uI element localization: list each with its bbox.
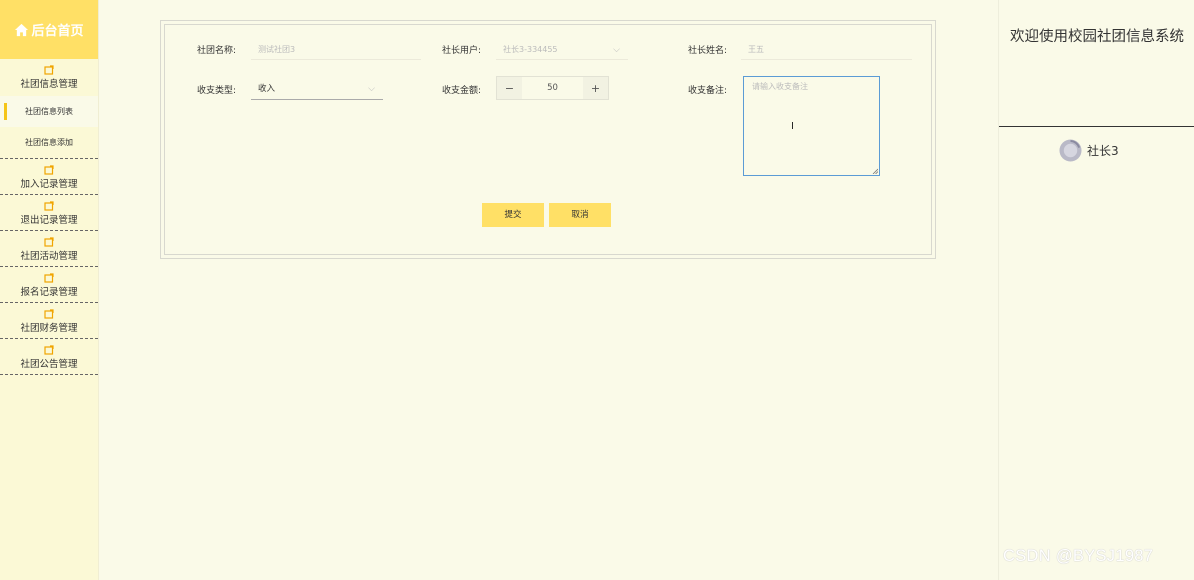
menu-label: 退出记录管理 — [20, 215, 78, 226]
amount-value[interactable]: 50 — [522, 77, 583, 99]
sidebar: 后台首页 社团信息管理 社团信息列表 社团信息添加 加入记录管理 退出记录管理 … — [0, 0, 99, 580]
club-name-field: 测试社团3 — [251, 40, 421, 60]
sidebar-title: 后台首页 — [31, 24, 84, 39]
remark-label: 收支备注: — [687, 86, 727, 96]
menu-club-info[interactable]: 社团信息管理 — [0, 59, 98, 96]
menu-club-notices[interactable]: 社团公告管理 — [0, 339, 98, 375]
decrement-button[interactable]: − — [497, 77, 522, 99]
remark-placeholder: 请输入收支备注 — [752, 82, 808, 91]
resize-grip-icon[interactable] — [872, 168, 878, 174]
menu-label: 社团信息管理 — [20, 79, 78, 90]
menu-label: 社团活动管理 — [20, 251, 78, 262]
menu-label: 社团财务管理 — [20, 323, 78, 334]
remark-textarea[interactable]: 请输入收支备注 — [743, 76, 880, 176]
folder-icon — [44, 273, 54, 283]
menu-join-records[interactable]: 加入记录管理 — [0, 159, 98, 195]
president-user-select: 社长3-334455 ⌵ — [496, 40, 628, 60]
home-icon — [15, 23, 29, 36]
folder-icon — [44, 237, 54, 247]
menu-label: 社团公告管理 — [20, 359, 78, 370]
president-name-label: 社长姓名: — [687, 46, 727, 56]
chevron-down-icon: ⌵ — [613, 45, 620, 55]
submenu-item-club-add[interactable]: 社团信息添加 — [0, 127, 98, 158]
menu-club-finance[interactable]: 社团财务管理 — [0, 303, 98, 339]
folder-icon — [44, 165, 54, 175]
type-value: 收入 — [258, 84, 276, 94]
president-user-label: 社长用户: — [441, 46, 481, 56]
cancel-button[interactable]: 取消 — [549, 203, 611, 227]
president-name-field: 王五 — [741, 40, 912, 60]
folder-icon — [44, 65, 54, 75]
club-name-label: 社团名称: — [196, 46, 236, 56]
text-cursor-icon: I — [791, 121, 794, 132]
submenu-label: 社团信息添加 — [25, 138, 73, 147]
user-info[interactable]: 社长3 — [1059, 139, 1119, 162]
folder-icon — [44, 309, 54, 319]
amount-label: 收支金额: — [441, 86, 481, 96]
right-panel: 欢迎使用校园社团信息系统 社长3 — [998, 0, 1194, 580]
chevron-down-icon: ⌵ — [368, 84, 375, 94]
submenu-club-info: 社团信息列表 社团信息添加 — [0, 96, 98, 159]
submenu-item-club-list[interactable]: 社团信息列表 — [0, 96, 98, 127]
welcome-title: 欢迎使用校园社团信息系统 — [1010, 29, 1184, 45]
main-content: 社团名称: 测试社团3 社长用户: 社长3-334455 ⌵ 社长姓名: 王五 … — [99, 0, 997, 580]
menu-signup-records[interactable]: 报名记录管理 — [0, 267, 98, 303]
menu-label: 加入记录管理 — [20, 179, 78, 190]
sidebar-home-link[interactable]: 后台首页 — [0, 0, 98, 59]
president-user-value: 社长3-334455 — [503, 45, 558, 54]
menu-quit-records[interactable]: 退出记录管理 — [0, 195, 98, 231]
increment-button[interactable]: + — [583, 77, 608, 99]
amount-stepper[interactable]: − 50 + — [496, 76, 609, 100]
submit-button[interactable]: 提交 — [482, 203, 544, 227]
folder-icon — [44, 345, 54, 355]
menu-label: 报名记录管理 — [20, 287, 78, 298]
type-select[interactable]: 收入 ⌵ — [251, 78, 383, 100]
divider — [999, 126, 1194, 127]
type-label: 收支类型: — [196, 86, 236, 96]
avatar — [1059, 139, 1082, 162]
folder-icon — [44, 201, 54, 211]
username: 社长3 — [1087, 144, 1119, 158]
submenu-label: 社团信息列表 — [25, 107, 73, 116]
watermark: CSDN @BYSJ1987 — [1003, 547, 1154, 565]
menu-club-activities[interactable]: 社团活动管理 — [0, 231, 98, 267]
